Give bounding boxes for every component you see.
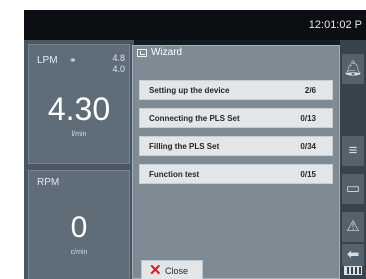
wizard-step-connecting[interactable]: Connecting the PLS Set 0/13 bbox=[139, 108, 333, 128]
wizard-dialog: Wizard Setting up the device 2/6 Connect… bbox=[132, 45, 340, 279]
step-label: Function test bbox=[149, 170, 200, 179]
step-label: Setting up the device bbox=[149, 86, 230, 95]
device-screen: 12:01:02 P LPM ⚭ 4.8 4.0 4.30 l/min RPM … bbox=[24, 10, 366, 279]
rpm-label: RPM bbox=[37, 177, 60, 188]
wizard-step-setting-up[interactable]: Setting up the device 2/6 bbox=[139, 80, 333, 100]
menu-icon[interactable]: ≡ bbox=[342, 136, 364, 166]
rpm-panel[interactable]: RPM 0 c/min bbox=[28, 170, 130, 279]
right-toolbar: 🔔︎ ≡ ▭ ⚠︎ ⬅ bbox=[340, 40, 366, 279]
wizard-step-filling[interactable]: Filling the PLS Set 0/34 bbox=[139, 136, 333, 156]
lpm-range-high: 4.8 bbox=[112, 53, 125, 63]
warning-icon[interactable]: ⚠︎ bbox=[342, 212, 364, 242]
wizard-step-function-test[interactable]: Function test 0/15 bbox=[139, 164, 333, 184]
wizard-icon bbox=[137, 49, 147, 57]
close-icon: ✕ bbox=[149, 262, 162, 279]
lpm-unit: l/min bbox=[71, 131, 87, 138]
close-button[interactable]: ✕ Close bbox=[141, 260, 203, 279]
step-count: 2/6 bbox=[304, 86, 316, 95]
lpm-panel[interactable]: LPM ⚭ 4.8 4.0 4.30 l/min bbox=[28, 44, 130, 164]
step-count: 0/13 bbox=[300, 114, 316, 123]
lpm-range-low: 4.0 bbox=[112, 64, 125, 74]
clock: 12:01:02 P bbox=[308, 19, 362, 31]
bell-icon[interactable]: 🔔︎ bbox=[342, 54, 364, 84]
step-label: Filling the PLS Set bbox=[149, 142, 220, 151]
step-count: 0/15 bbox=[300, 170, 316, 179]
lpm-label: LPM bbox=[37, 55, 58, 66]
rpm-value: 0 bbox=[70, 211, 88, 244]
wizard-book-icon[interactable]: ▭ bbox=[342, 174, 364, 204]
status-bar: 12:01:02 P bbox=[24, 10, 366, 40]
chain-link-icon: ⚭ bbox=[69, 55, 77, 65]
wizard-title-bar: Wizard bbox=[133, 46, 339, 62]
rpm-unit: c/min bbox=[70, 249, 88, 256]
step-label: Connecting the PLS Set bbox=[149, 114, 240, 123]
battery-icon bbox=[344, 266, 362, 275]
step-count: 0/34 bbox=[300, 142, 316, 151]
lpm-value: 4.30 bbox=[47, 91, 111, 127]
close-label: Close bbox=[165, 266, 189, 276]
measurement-column: LPM ⚭ 4.8 4.0 4.30 l/min RPM 0 c/min bbox=[24, 40, 134, 279]
power-plug-icon: ⬅ bbox=[342, 244, 364, 266]
wizard-title: Wizard bbox=[151, 47, 183, 58]
